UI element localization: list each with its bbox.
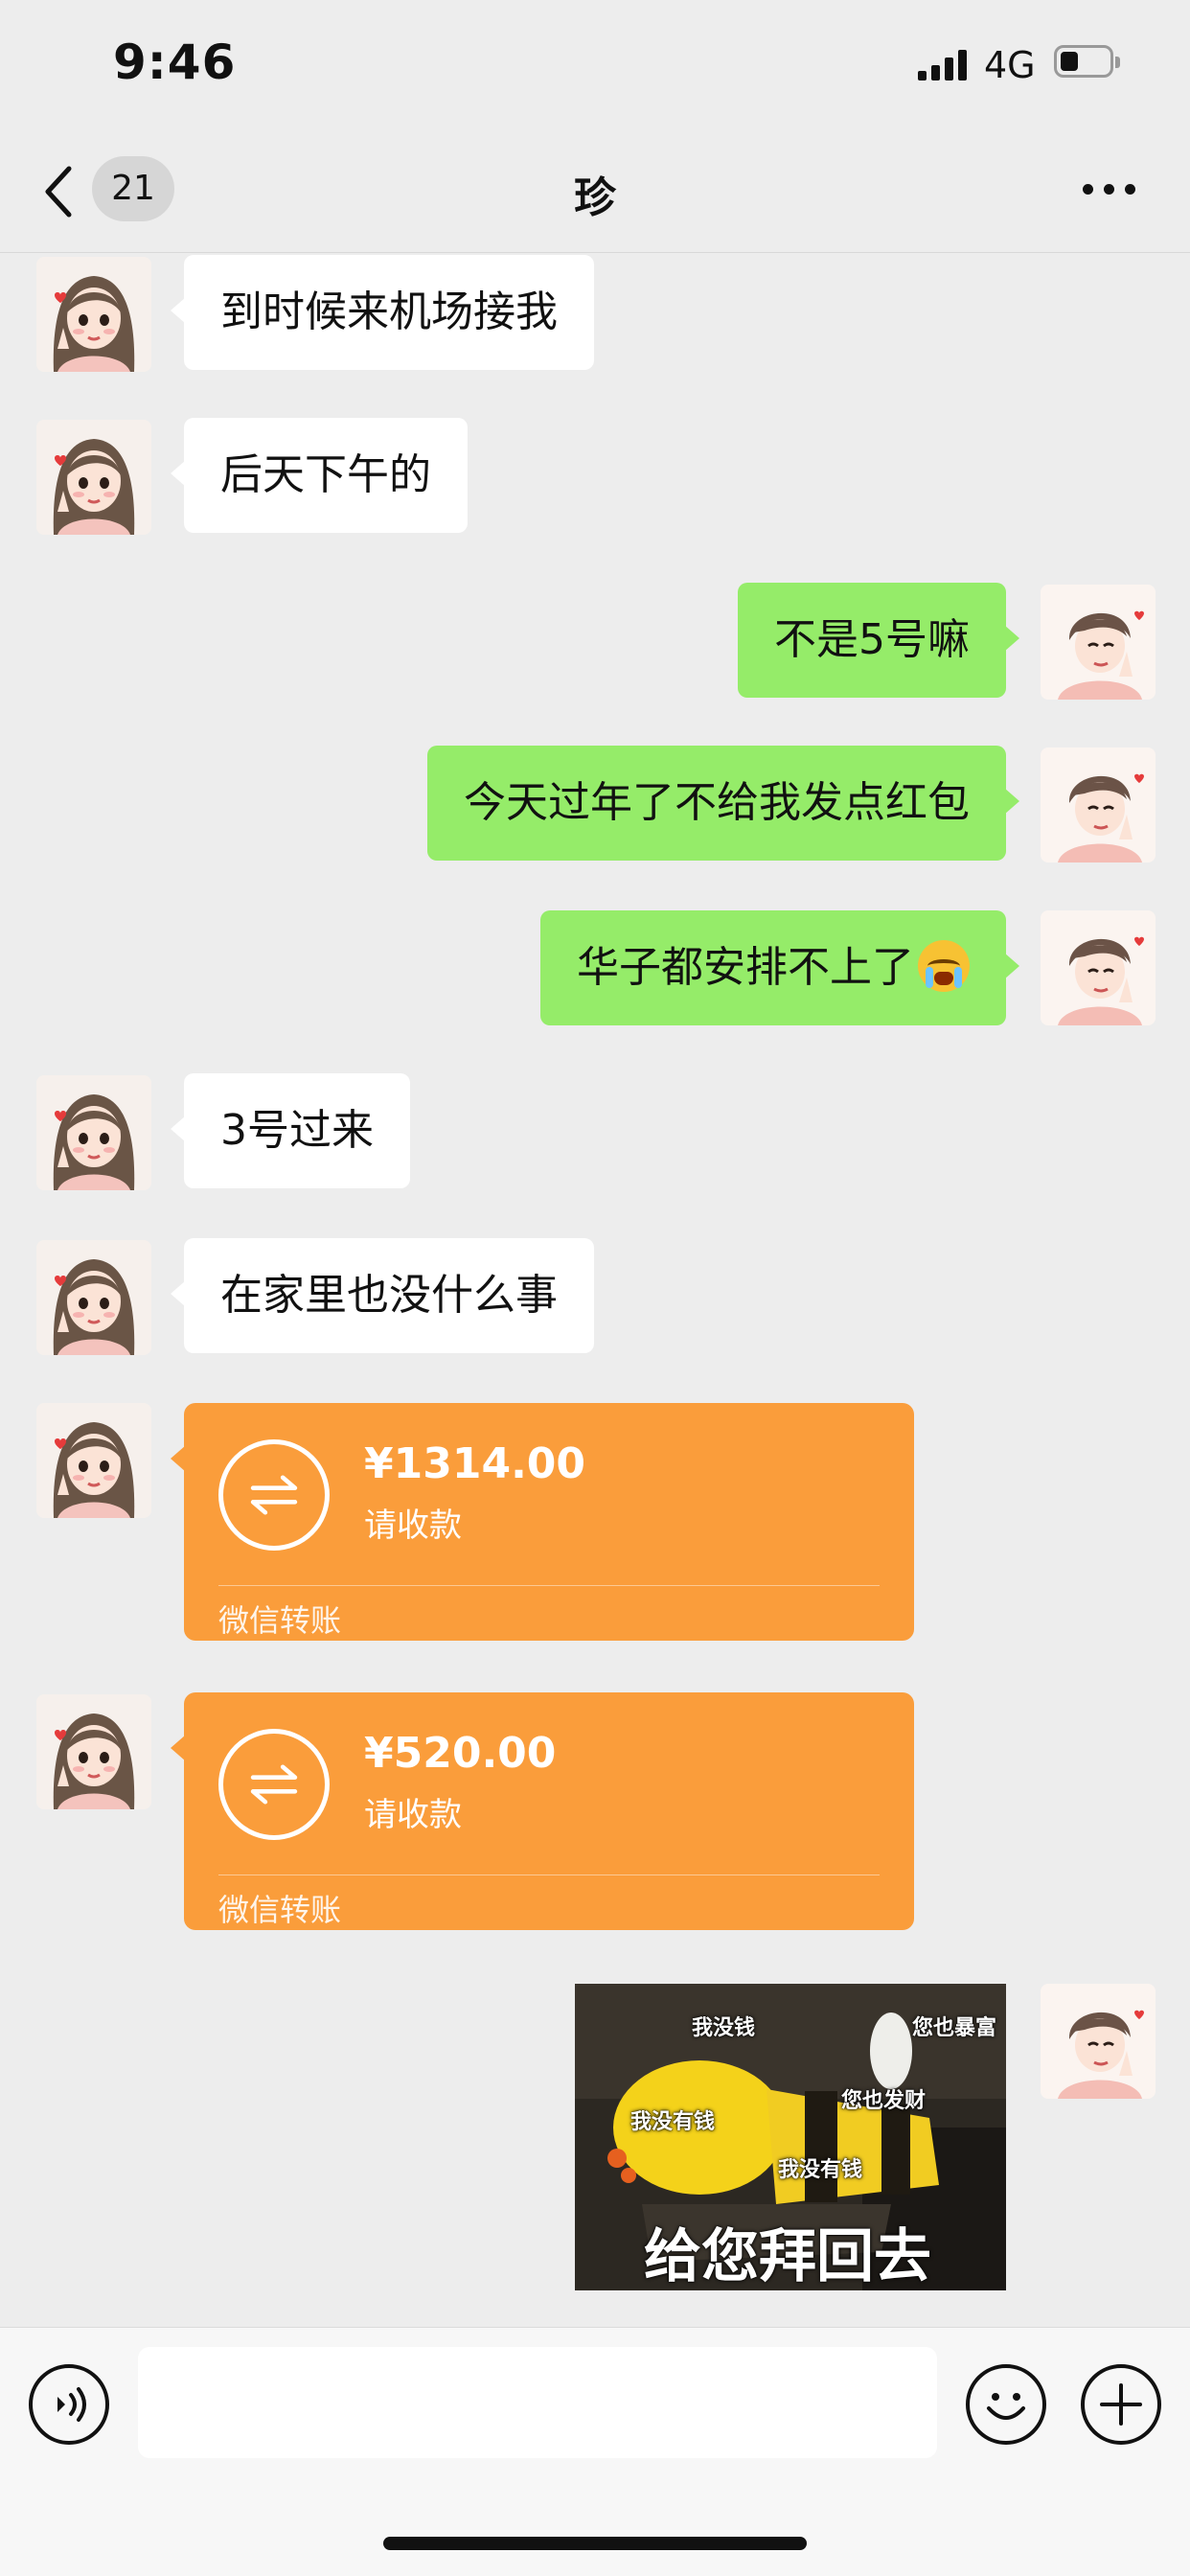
message-bubble-incoming[interactable]: 后天下午的	[171, 418, 468, 533]
message-bubble-incoming[interactable]: 到时候来机场接我	[171, 255, 594, 370]
chat-title: 珍	[574, 173, 616, 222]
contact-avatar[interactable]	[36, 257, 151, 372]
transfer-label: 微信转账	[218, 1602, 342, 1639]
transfer-label: 微信转账	[218, 1892, 342, 1928]
message-bubble-incoming[interactable]: 在家里也没什么事	[171, 1238, 594, 1353]
sticker-caption: 您也发财	[841, 2089, 927, 2113]
transfer-arrows-icon	[218, 1729, 330, 1840]
my-avatar[interactable]	[1041, 910, 1156, 1025]
wechat-transfer-card[interactable]: ¥520.00 请收款 微信转账	[171, 1692, 914, 1930]
message-input[interactable]	[138, 2347, 937, 2458]
my-avatar[interactable]	[1041, 748, 1156, 862]
contact-avatar[interactable]	[36, 1694, 151, 1809]
sticker-caption: 我没有钱	[778, 2158, 863, 2182]
message-bubble-outgoing[interactable]: 今天过年了不给我发点红包	[427, 746, 1019, 861]
home-indicator[interactable]	[383, 2537, 807, 2550]
transfer-amount: ¥520.00	[364, 1729, 557, 1778]
divider	[218, 1874, 880, 1875]
transfer-amount: ¥1314.00	[364, 1439, 586, 1488]
message-bubble-incoming[interactable]: 3号过来	[171, 1073, 410, 1188]
signal-icon	[918, 50, 968, 80]
network-type: 4G	[984, 44, 1036, 86]
contact-avatar[interactable]	[36, 1075, 151, 1190]
contact-avatar[interactable]	[36, 420, 151, 535]
transfer-status: 请收款	[364, 1796, 462, 1834]
more-options-icon[interactable]	[1083, 184, 1136, 197]
message-text: 华子都安排不上了	[577, 943, 914, 992]
voice-input-icon[interactable]	[29, 2364, 109, 2445]
message-bubble-outgoing[interactable]: 不是5号嘛	[738, 583, 1019, 698]
sticker-image[interactable]: 我没钱 您也暴富 我没有钱 您也发财 我没有钱 给您拜回去	[575, 1984, 1006, 2290]
emoji-face-icon[interactable]	[966, 2364, 1046, 2445]
battery-icon	[1054, 45, 1120, 78]
sticker-main-caption: 给您拜回去	[644, 2223, 931, 2290]
status-bar: 9:46 4G	[0, 0, 1190, 134]
chat-header: 21 珍	[0, 134, 1190, 253]
sticker-caption: 我没有钱	[630, 2110, 716, 2134]
message-bubble-outgoing[interactable]: 华子都安排不上了	[540, 910, 1019, 1025]
contact-avatar[interactable]	[36, 1403, 151, 1518]
sticker-caption: 我没钱	[692, 2016, 756, 2040]
status-time: 9:46	[113, 34, 237, 90]
divider	[218, 1585, 880, 1586]
contact-avatar[interactable]	[36, 1240, 151, 1355]
crying-face-emoji-icon	[918, 940, 970, 992]
wechat-transfer-card[interactable]: ¥1314.00 请收款 微信转账	[171, 1403, 914, 1641]
sticker-caption: 您也暴富	[912, 2016, 997, 2040]
my-avatar[interactable]	[1041, 1984, 1156, 2099]
transfer-status: 请收款	[364, 1506, 462, 1545]
my-avatar[interactable]	[1041, 585, 1156, 700]
plus-icon[interactable]	[1081, 2364, 1161, 2445]
transfer-arrows-icon	[218, 1439, 330, 1551]
